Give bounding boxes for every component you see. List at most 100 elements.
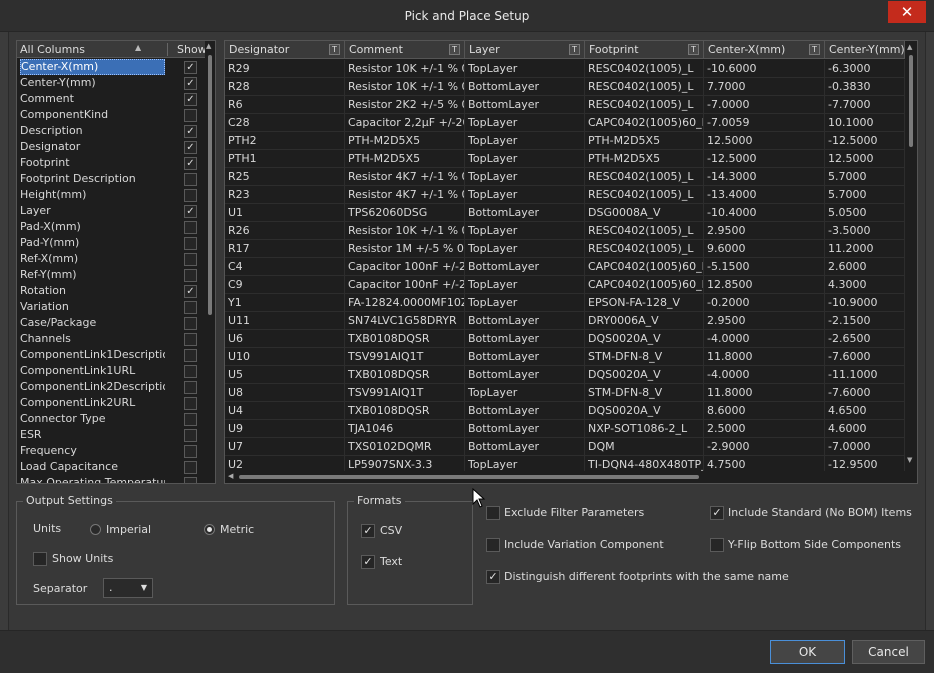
- metric-label[interactable]: Metric: [220, 523, 254, 536]
- column-list-item[interactable]: Center-X(mm) ✓: [17, 59, 205, 75]
- show-column-checkbox[interactable]: [184, 253, 197, 266]
- table-row[interactable]: U4 TXB0108DQSR BottomLayer DQS0020A_V 8.6000…: [225, 402, 905, 420]
- column-list-item[interactable]: Case/Package: [17, 315, 205, 331]
- show-column-checkbox[interactable]: [184, 445, 197, 458]
- grid-column-header[interactable]: Comment T: [345, 41, 465, 59]
- show-column-checkbox[interactable]: [184, 397, 197, 410]
- show-column-checkbox[interactable]: [184, 477, 197, 483]
- scroll-thumb[interactable]: [239, 475, 699, 479]
- grid-vertical-scrollbar[interactable]: ▲ ▼: [905, 41, 917, 471]
- table-row[interactable]: R6 Resistor 2K2 +/-5 % 04 BottomLayer RESC0…: [225, 96, 905, 114]
- show-column-checkbox[interactable]: [184, 109, 197, 122]
- column-list-item[interactable]: Rotation ✓: [17, 283, 205, 299]
- show-column-checkbox[interactable]: [184, 349, 197, 362]
- show-column-checkbox[interactable]: ✓: [184, 93, 197, 106]
- column-list-item[interactable]: ComponentLink2Description: [17, 379, 205, 395]
- column-list-item[interactable]: ComponentLink1URL: [17, 363, 205, 379]
- close-button[interactable]: ✕: [888, 1, 926, 23]
- scroll-up-icon[interactable]: ▲: [907, 43, 912, 51]
- column-list-item[interactable]: Footprint ✓: [17, 155, 205, 171]
- grid-column-header[interactable]: Footprint T: [585, 41, 704, 59]
- table-row[interactable]: PTH1 PTH-M2D5X5 TopLayer PTH-M2D5X5 -12.5000…: [225, 150, 905, 168]
- text-label[interactable]: Text: [380, 555, 402, 568]
- column-list-item[interactable]: ESR: [17, 427, 205, 443]
- show-column-checkbox[interactable]: ✓: [184, 285, 197, 298]
- table-row[interactable]: R23 Resistor 4K7 +/-1 % 04 TopLayer RESC040…: [225, 186, 905, 204]
- show-units-checkbox[interactable]: [33, 552, 47, 566]
- show-units-label[interactable]: Show Units: [52, 552, 113, 565]
- ok-button[interactable]: OK: [770, 640, 845, 664]
- show-column-checkbox[interactable]: [184, 269, 197, 282]
- show-column-checkbox[interactable]: [184, 413, 197, 426]
- show-column-checkbox[interactable]: [184, 365, 197, 378]
- sort-asc-icon[interactable]: ▲: [135, 43, 141, 52]
- metric-radio[interactable]: [204, 524, 215, 535]
- show-column-checkbox[interactable]: [184, 301, 197, 314]
- yflip-checkbox[interactable]: [710, 538, 724, 552]
- show-column-checkbox[interactable]: [184, 173, 197, 186]
- show-column-checkbox[interactable]: [184, 221, 197, 234]
- scroll-up-icon[interactable]: ▲: [206, 42, 211, 50]
- column-list-item[interactable]: Center-Y(mm) ✓: [17, 75, 205, 91]
- filter-icon[interactable]: T: [809, 44, 820, 55]
- filter-icon[interactable]: T: [449, 44, 460, 55]
- show-header[interactable]: Show: [177, 43, 207, 56]
- show-column-checkbox[interactable]: [184, 461, 197, 474]
- include-standard-checkbox[interactable]: ✓: [710, 506, 724, 520]
- distinguish-checkbox[interactable]: ✓: [486, 570, 500, 584]
- column-list-item[interactable]: Height(mm): [17, 187, 205, 203]
- include-variation-checkbox[interactable]: [486, 538, 500, 552]
- table-row[interactable]: C4Capacitor 100nF +/-20%BottomLayerCAPC0…: [225, 258, 905, 276]
- columns-list-scrollbar[interactable]: ▲: [205, 41, 215, 483]
- table-row[interactable]: U7 TXS0102DQMR BottomLayer DQM -2.9000 -7.000…: [225, 438, 905, 456]
- column-list-item[interactable]: Load Capacitance: [17, 459, 205, 475]
- column-list-item[interactable]: Pad-Y(mm): [17, 235, 205, 251]
- table-row[interactable]: R28 Resistor 10K +/-1 % 04 BottomLayer RESC…: [225, 78, 905, 96]
- scroll-thumb[interactable]: [208, 55, 212, 315]
- table-row[interactable]: U1 TPS62060DSG BottomLayer DSG0008A_V -10.40…: [225, 204, 905, 222]
- table-row[interactable]: R29 Resistor 10K +/-1 % 04 TopLayer RESC040…: [225, 60, 905, 78]
- column-list-item[interactable]: Channels: [17, 331, 205, 347]
- yflip-label[interactable]: Y-Flip Bottom Side Components: [728, 538, 901, 551]
- grid-column-header[interactable]: Designator T: [225, 41, 345, 59]
- filter-icon[interactable]: T: [688, 44, 699, 55]
- column-list-item[interactable]: Description ✓: [17, 123, 205, 139]
- imperial-radio[interactable]: [90, 524, 101, 535]
- scroll-left-icon[interactable]: ◀: [228, 472, 233, 480]
- include-standard-label[interactable]: Include Standard (No BOM) Items: [728, 506, 912, 519]
- show-column-checkbox[interactable]: [184, 237, 197, 250]
- grid-column-header[interactable]: Layer T: [465, 41, 585, 59]
- show-column-checkbox[interactable]: ✓: [184, 157, 197, 170]
- table-row[interactable]: U8 TSV991AIQ1T TopLayer STM-DFN-8_V 11.8000-…: [225, 384, 905, 402]
- table-row[interactable]: C9Capacitor 100nF +/-20%TopLayerCAPC0402…: [225, 276, 905, 294]
- show-column-checkbox[interactable]: [184, 317, 197, 330]
- column-list-item[interactable]: Pad-X(mm): [17, 219, 205, 235]
- columns-list[interactable]: All Columns ▲ Show Center-X(mm) ✓ Center-Y…: [16, 40, 216, 484]
- column-list-item[interactable]: Ref-X(mm): [17, 251, 205, 267]
- column-list-item[interactable]: Designator ✓: [17, 139, 205, 155]
- show-column-checkbox[interactable]: ✓: [184, 125, 197, 138]
- column-list-item[interactable]: ComponentKind: [17, 107, 205, 123]
- column-list-item[interactable]: ComponentLink1Description: [17, 347, 205, 363]
- csv-checkbox[interactable]: ✓: [361, 524, 375, 538]
- show-column-checkbox[interactable]: [184, 381, 197, 394]
- table-row[interactable]: C28Capacitor 2,2µF +/-20%TopLayerCAPC040…: [225, 114, 905, 132]
- column-list-item[interactable]: Comment ✓: [17, 91, 205, 107]
- table-row[interactable]: U11 SN74LVC1G58DRYR BottomLayer DRY0006A_V 2…: [225, 312, 905, 330]
- column-list-item[interactable]: ComponentLink2URL: [17, 395, 205, 411]
- text-checkbox[interactable]: ✓: [361, 555, 375, 569]
- table-row[interactable]: Y1FA-12824.0000MF10Z-WTopLayerEPSON-FA-1…: [225, 294, 905, 312]
- grid-horizontal-scrollbar[interactable]: ◀: [225, 471, 905, 483]
- column-list-item[interactable]: Connector Type: [17, 411, 205, 427]
- distinguish-label[interactable]: Distinguish different footprints with th…: [504, 570, 789, 583]
- show-column-checkbox[interactable]: [184, 333, 197, 346]
- show-column-checkbox[interactable]: [184, 429, 197, 442]
- cancel-button[interactable]: Cancel: [852, 640, 925, 664]
- scroll-thumb[interactable]: [909, 55, 913, 147]
- show-column-checkbox[interactable]: ✓: [184, 205, 197, 218]
- imperial-label[interactable]: Imperial: [106, 523, 151, 536]
- show-column-checkbox[interactable]: ✓: [184, 141, 197, 154]
- column-list-item[interactable]: Layer ✓: [17, 203, 205, 219]
- grid-column-header[interactable]: Center-Y(mm): [825, 41, 905, 59]
- column-list-item[interactable]: Variation: [17, 299, 205, 315]
